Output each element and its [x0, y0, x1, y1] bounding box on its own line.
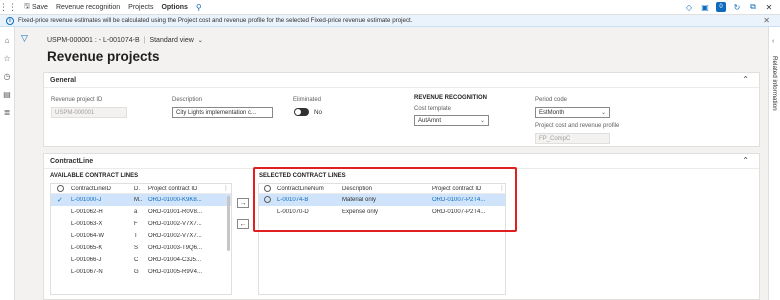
- cell-contract-line-id[interactable]: L-001000-J: [71, 197, 101, 203]
- action-pane: ⋮⋮ 🖫 Save Revenue recognition Projects O…: [0, 0, 780, 15]
- cost-template-label: Cost template: [414, 106, 452, 112]
- available-lines-grid: ContractLineID D. Project contract ID ⋮ …: [50, 183, 232, 295]
- navigation-pane: ⌂ ☆ ◷ ▤ ≣: [0, 27, 15, 300]
- cell-description: G: [134, 269, 139, 275]
- move-left-button[interactable]: ←: [237, 219, 249, 229]
- description-label: Description: [172, 97, 203, 103]
- open-new-window-icon[interactable]: ⧉: [748, 2, 758, 12]
- page-title: Revenue projects: [47, 49, 160, 64]
- cell-contract-line-id[interactable]: L-001067-N: [71, 269, 103, 275]
- cell-contract-line-id[interactable]: L-001063-X: [71, 221, 102, 227]
- move-right-button[interactable]: →: [237, 198, 249, 208]
- revenue-recognition-tab[interactable]: Revenue recognition: [56, 4, 120, 11]
- breadcrumb-separator: |: [143, 37, 146, 44]
- revenue-recognition-group-label: REVENUE RECOGNITION: [414, 95, 488, 101]
- related-info-label[interactable]: Related information: [771, 56, 778, 111]
- eliminated-toggle[interactable]: [294, 108, 309, 116]
- cell-contract-line-id[interactable]: L-001065-K: [71, 245, 102, 251]
- info-message-text: Fixed-price revenue estimates will be ca…: [18, 17, 413, 24]
- cell-project-contract-id[interactable]: ORD-01002-V7X7...: [148, 221, 202, 227]
- cell-description: F: [134, 221, 138, 227]
- profile-field: FP_CompC: [535, 133, 610, 144]
- save-label: Save: [31, 3, 48, 11]
- cell-description: C: [134, 257, 139, 263]
- cell-contract-line-id[interactable]: L-001064-W: [71, 233, 104, 239]
- available-lines-title: AVAILABLE CONTRACT LINES: [50, 173, 139, 179]
- available-grid-header: ContractLineID D. Project contract ID ⋮: [51, 184, 231, 194]
- table-row[interactable]: L-001064-W T ORD-01002-V7X7...: [51, 230, 231, 242]
- revenue-project-id-label: Revenue project ID: [51, 97, 103, 103]
- info-message-bar: i Fixed-price revenue estimates will be …: [0, 15, 780, 27]
- office-icon[interactable]: ▣: [700, 2, 710, 12]
- diamond-icon[interactable]: ◇: [684, 2, 694, 12]
- view-selector[interactable]: Standard view: [149, 37, 193, 44]
- cell-description: S: [134, 245, 139, 251]
- modules-icon[interactable]: ≣: [2, 107, 12, 117]
- chevron-left-icon[interactable]: ‹: [772, 38, 774, 45]
- record-caption: USPM-000001 : - L-001074-B: [47, 37, 140, 44]
- favorites-icon[interactable]: ☆: [2, 53, 12, 63]
- cell-description: T: [134, 233, 138, 239]
- cell-project-contract-id[interactable]: ORD-01000-K9K8...: [148, 197, 202, 203]
- column-header[interactable]: D.: [134, 186, 140, 192]
- cell-contract-line-id[interactable]: L-001062-H: [71, 209, 103, 215]
- column-header[interactable]: Project contract ID: [148, 186, 197, 192]
- checkmark-icon[interactable]: ✓: [57, 196, 63, 204]
- cell-project-contract-id[interactable]: ORD-01005-R9V4...: [148, 269, 202, 275]
- save-button[interactable]: 🖫 Save: [24, 2, 48, 13]
- close-icon[interactable]: ✕: [764, 2, 774, 12]
- revenue-project-id-field: USPM-000001: [51, 107, 127, 118]
- save-icon: 🖫: [24, 2, 30, 10]
- table-row[interactable]: L-001066-J C ORD-01004-C3J5...: [51, 254, 231, 266]
- cost-template-value: AutAmnt: [418, 117, 442, 124]
- profile-label: Project cost and revenue profile: [535, 123, 620, 129]
- description-field[interactable]: City Lights implementation c...: [172, 107, 273, 118]
- chevron-down-icon: ⌄: [600, 110, 606, 116]
- cell-description: M..: [134, 197, 143, 203]
- column-header[interactable]: ContractLineID: [71, 186, 111, 192]
- select-all-radio[interactable]: [57, 185, 64, 192]
- cell-project-contract-id[interactable]: ORD-01001-R0V8...: [148, 209, 202, 215]
- vertical-scrollbar[interactable]: [227, 196, 230, 251]
- contract-line-header-label: ContractLine: [50, 157, 94, 165]
- chevron-down-icon: ⌄: [479, 118, 485, 124]
- table-row[interactable]: L-001065-K S ORD-01003-T9Q6...: [51, 242, 231, 254]
- cell-contract-line-id[interactable]: L-001066-J: [71, 257, 101, 263]
- filter-icon[interactable]: ▽: [21, 33, 28, 44]
- app-grid-icon[interactable]: ⋮⋮: [0, 0, 17, 15]
- period-code-value: EstMonth: [539, 109, 565, 116]
- table-row[interactable]: ✓ L-001000-J M.. ORD-01000-K9K8...: [51, 194, 231, 206]
- workspaces-icon[interactable]: ▤: [2, 89, 12, 99]
- cell-project-contract-id[interactable]: ORD-01003-T9Q6...: [148, 245, 202, 251]
- search-icon[interactable]: ⚲: [196, 3, 202, 12]
- dismiss-icon[interactable]: ✕: [763, 16, 770, 25]
- refresh-icon[interactable]: ↻: [732, 2, 742, 12]
- chevron-down-icon[interactable]: ⌄: [198, 37, 203, 44]
- cell-project-contract-id[interactable]: ORD-01004-C3J5...: [148, 257, 201, 263]
- table-row[interactable]: L-001063-X F ORD-01002-V7X7...: [51, 218, 231, 230]
- recent-icon[interactable]: ◷: [2, 71, 12, 81]
- general-header-label: General: [50, 76, 77, 84]
- chevron-up-icon[interactable]: ⌃: [742, 156, 749, 165]
- attachments-badge[interactable]: 0: [716, 2, 726, 12]
- highlight-annotation-box: [253, 167, 517, 232]
- chevron-up-icon[interactable]: ⌃: [742, 75, 749, 84]
- home-icon[interactable]: ⌂: [2, 35, 12, 45]
- cell-description: a: [134, 209, 138, 215]
- info-icon: i: [6, 16, 14, 25]
- cell-project-contract-id[interactable]: ORD-01002-V7X7...: [148, 233, 202, 239]
- general-header[interactable]: General ⌃: [44, 73, 759, 88]
- more-options-icon[interactable]: ⋮: [223, 185, 229, 192]
- cost-template-select[interactable]: AutAmnt ⌄: [414, 115, 489, 126]
- table-row[interactable]: L-001062-H a ORD-01001-R0V8...: [51, 206, 231, 218]
- eliminated-value: No: [314, 109, 323, 116]
- period-code-label: Period code: [535, 97, 568, 103]
- eliminated-label: Eliminated: [293, 97, 322, 103]
- table-row[interactable]: L-001067-N G ORD-01005-R9V4...: [51, 266, 231, 278]
- general-section: General ⌃ Revenue project ID USPM-000001…: [43, 72, 760, 147]
- projects-tab[interactable]: Projects: [128, 4, 153, 11]
- options-tab[interactable]: Options: [161, 4, 187, 11]
- breadcrumb: USPM-000001 : - L-001074-B | Standard vi…: [47, 37, 203, 44]
- period-code-select[interactable]: EstMonth ⌄: [535, 107, 610, 118]
